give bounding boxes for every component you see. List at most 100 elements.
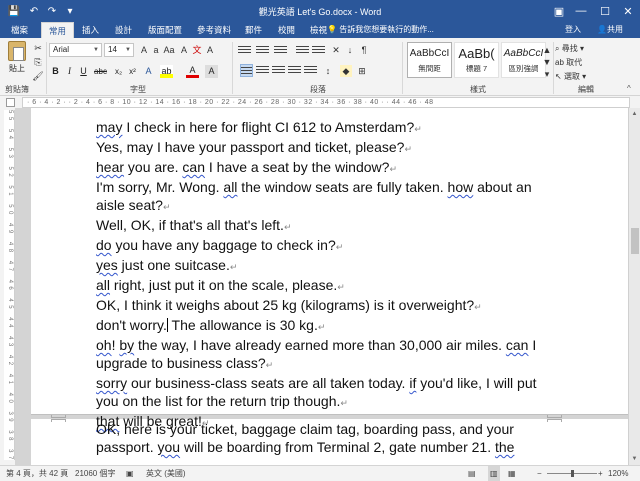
highlight-color-icon[interactable]: ab — [160, 65, 173, 78]
chinese-layout-icon[interactable]: ✕ — [330, 44, 342, 56]
character-shading-button[interactable]: A — [205, 65, 218, 78]
align-left-icon[interactable] — [240, 64, 253, 77]
sort-icon[interactable]: ↓ — [344, 44, 356, 56]
document-line[interactable]: upgrade to business class?↵ — [96, 354, 556, 374]
document-line[interactable]: Yes, may I have your passport and ticket… — [96, 138, 556, 158]
align-right-icon[interactable] — [272, 64, 285, 77]
scroll-down-icon[interactable]: ▼ — [629, 453, 640, 465]
page-1-text[interactable]: may I check in here for flight CI 612 to… — [96, 118, 556, 432]
styles-more-icon[interactable]: ▾ — [541, 68, 553, 80]
bullets-icon[interactable] — [238, 44, 251, 57]
multilevel-list-icon[interactable] — [274, 44, 287, 57]
vertical-ruler[interactable]: 55 54 53 52 51 50 49 48 47 46 45 44 43 4… — [4, 110, 15, 481]
borders-icon[interactable]: ⊞ — [356, 65, 368, 77]
subscript-button[interactable]: x₂ — [112, 65, 125, 78]
style-no-spacing[interactable]: AaBbCcI 無間距 — [407, 42, 452, 78]
strikethrough-button[interactable]: abc — [94, 65, 107, 78]
zoom-slider-knob[interactable] — [571, 470, 574, 477]
tab-file[interactable]: 檔案 — [4, 22, 36, 38]
scroll-up-icon[interactable]: ▲ — [629, 108, 640, 120]
ribbon-display-options-icon[interactable]: ▣ — [548, 0, 570, 22]
tab-home[interactable]: 常用 — [41, 22, 75, 38]
superscript-button[interactable]: x² — [126, 65, 139, 78]
customize-quick-access-icon[interactable]: ▾ — [62, 3, 78, 19]
increase-indent-icon[interactable] — [312, 44, 325, 57]
document-line[interactable]: you on the list for the return trip thou… — [96, 392, 556, 412]
find-button[interactable]: ⌕ 尋找 ▾ — [555, 43, 584, 54]
line-spacing-icon[interactable]: ↕ — [322, 65, 334, 77]
save-icon[interactable]: 💾 — [6, 3, 22, 19]
styles-scroll-down-icon[interactable]: ▼ — [541, 56, 553, 68]
paste-button[interactable]: 貼上 — [6, 41, 28, 81]
read-mode-icon[interactable]: ▤ — [468, 466, 476, 481]
scroll-thumb[interactable] — [631, 228, 639, 254]
word-count[interactable]: 21060 個字 — [75, 466, 115, 481]
page-2-text[interactable]: OK, here is your ticket, baggage claim t… — [96, 420, 556, 456]
font-name-select[interactable]: Arial ▼ — [49, 43, 102, 57]
styles-scroll-up-icon[interactable]: ▲ — [541, 44, 553, 56]
print-layout-icon[interactable]: ▥ — [488, 466, 500, 481]
document-line[interactable]: yes just one suitcase.↵ — [96, 256, 556, 276]
tell-me-box[interactable]: 💡 告訴我您想要執行的動作... — [327, 22, 434, 38]
document-line[interactable]: may I check in here for flight CI 612 to… — [96, 118, 556, 138]
tab-layout[interactable]: 版面配置 — [141, 22, 189, 38]
horizontal-ruler[interactable]: · 6 · 4 · 2 · · 2 · 4 · 6 · 8 · 10 · 12 … — [22, 97, 630, 108]
tab-review[interactable]: 校閱 — [271, 22, 302, 38]
document-line[interactable]: OK, here is your ticket, baggage claim t… — [96, 420, 556, 438]
tab-insert[interactable]: 插入 — [75, 22, 106, 38]
replace-button[interactable]: ab 取代 — [555, 57, 582, 68]
style-subtle-emphasis[interactable]: AaBbCcI 區別強調 — [501, 42, 546, 78]
justify-icon[interactable] — [288, 64, 301, 77]
underline-button[interactable]: U — [77, 65, 90, 78]
font-size-select[interactable]: 14 ▼ — [104, 43, 134, 57]
language-indicator[interactable]: 英文 (美國) — [146, 466, 186, 481]
cut-icon[interactable]: ✂ — [32, 42, 44, 54]
proofing-icon[interactable]: ▣ — [126, 466, 134, 481]
web-layout-icon[interactable]: ▦ — [508, 466, 516, 481]
select-button[interactable]: ↖ 選取 ▾ — [555, 71, 586, 82]
tab-design[interactable]: 設計 — [108, 22, 139, 38]
text-effects-icon[interactable]: A — [142, 65, 155, 78]
zoom-in-icon[interactable]: + — [598, 466, 603, 481]
document-line[interactable]: do you have any baggage to check in?↵ — [96, 236, 556, 256]
character-border-icon[interactable]: A — [204, 44, 216, 56]
distributed-icon[interactable] — [304, 64, 317, 77]
sign-in-link[interactable]: 登入 — [565, 22, 581, 38]
document-line[interactable]: OK, I think it weighs about 25 kg (kilog… — [96, 296, 556, 316]
minimize-button[interactable]: — — [570, 0, 592, 22]
document-line[interactable]: Well, OK, if that's all that's left.↵ — [96, 216, 556, 236]
decrease-indent-icon[interactable] — [296, 44, 309, 57]
document-line[interactable]: sorry our business-class seats are all t… — [96, 374, 556, 392]
style-heading-7[interactable]: AaBb( 標題 7 — [454, 42, 499, 78]
zoom-out-icon[interactable]: − — [537, 466, 542, 481]
clear-formatting-icon[interactable]: A — [178, 44, 190, 56]
numbering-icon[interactable] — [256, 44, 269, 57]
document-line[interactable]: don't worry. The allowance is 30 kg.↵ — [96, 316, 556, 336]
italic-button[interactable]: I — [63, 65, 76, 78]
zoom-level[interactable]: 120% — [608, 466, 628, 481]
vertical-scrollbar[interactable]: ▲ ▼ — [628, 108, 640, 465]
change-case-icon[interactable]: Aa — [163, 44, 175, 56]
phonetic-guide-icon[interactable]: 文 — [191, 44, 203, 56]
page-count[interactable]: 第 4 頁，共 42 頁 — [6, 466, 68, 481]
redo-icon[interactable]: ↷ — [44, 3, 60, 19]
share-button[interactable]: 👤共用 — [597, 22, 623, 38]
document-line[interactable]: I'm sorry, Mr. Wong. all the window seat… — [96, 178, 556, 196]
font-color-button[interactable]: A — [186, 65, 199, 78]
bold-button[interactable]: B — [49, 65, 62, 78]
collapse-ribbon-icon[interactable]: ^ — [627, 84, 631, 93]
shading-icon[interactable]: ◆ — [340, 65, 352, 77]
tab-selector-icon[interactable] — [6, 98, 15, 107]
document-line[interactable]: hear you are. can I have a seat by the w… — [96, 158, 556, 178]
document-line[interactable]: passport. you will be boarding from Term… — [96, 438, 556, 456]
tab-mailings[interactable]: 郵件 — [238, 22, 269, 38]
maximize-button[interactable]: ☐ — [594, 0, 616, 22]
grow-font-icon[interactable]: A — [138, 44, 150, 56]
document-line[interactable]: oh! by the way, I have already earned mo… — [96, 336, 556, 354]
close-button[interactable]: ✕ — [617, 0, 639, 22]
tab-references[interactable]: 參考資料 — [190, 22, 238, 38]
document-line[interactable]: all right, just put it on the scale, ple… — [96, 276, 556, 296]
shrink-font-icon[interactable]: a — [150, 44, 162, 56]
copy-icon[interactable]: ⎘ — [32, 56, 44, 68]
undo-icon[interactable]: ↶ — [26, 3, 42, 19]
